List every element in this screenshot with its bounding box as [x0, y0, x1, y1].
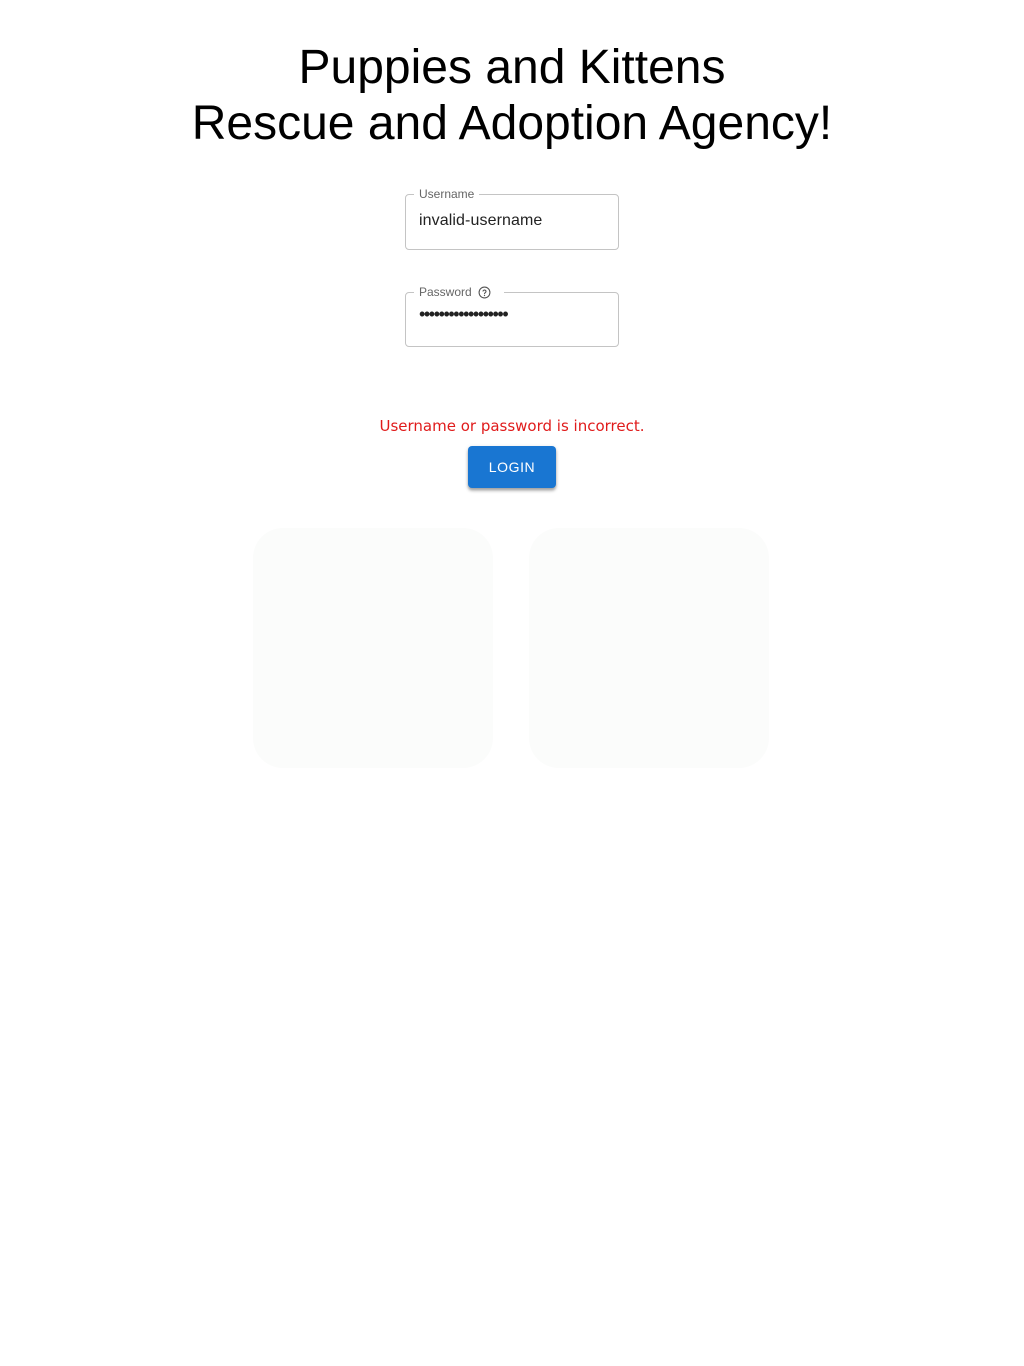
password-label: Password — [419, 285, 472, 299]
password-field[interactable]: Password •••••••••••••••••• — [405, 286, 619, 347]
page-title: Puppies and Kittens Rescue and Adoption … — [0, 40, 1024, 152]
kitten-image — [529, 528, 769, 768]
page-title-line2: Rescue and Adoption Agency! — [191, 97, 833, 150]
page-title-line1: Puppies and Kittens — [298, 41, 726, 94]
puppy-image — [253, 528, 493, 768]
error-message: Username or password is incorrect. — [379, 417, 645, 435]
username-label: Username — [419, 187, 475, 201]
password-input[interactable]: •••••••••••••••••• — [419, 304, 509, 325]
username-field[interactable]: Username invalid-username — [405, 188, 619, 250]
login-page: Puppies and Kittens Rescue and Adoption … — [0, 0, 1024, 1366]
login-button[interactable]: LOGIN — [468, 446, 556, 488]
username-input[interactable]: invalid-username — [419, 212, 542, 230]
question-circle-icon[interactable] — [478, 286, 491, 299]
